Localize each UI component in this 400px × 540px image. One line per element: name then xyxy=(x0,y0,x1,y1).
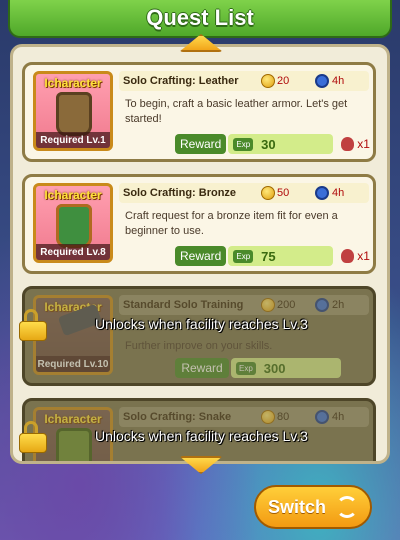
quest-description: To begin, craft a basic leather armor. L… xyxy=(125,98,348,125)
quest-portrait: Icharacter Required Lv.8 xyxy=(33,183,113,263)
exp-tag: Exp xyxy=(233,137,254,151)
exp-value: 300 xyxy=(263,360,286,376)
required-level: Required Lv.10 xyxy=(36,356,110,372)
coin-icon xyxy=(261,74,275,88)
item-quantity: x1 xyxy=(357,137,370,151)
quest-card-standard-training[interactable]: Icharacter Required Lv.10 Standard Solo … xyxy=(19,286,376,386)
swap-arrows-icon xyxy=(336,496,358,518)
exp-value: 30 xyxy=(261,136,276,152)
page-title: Quest List xyxy=(146,5,254,30)
stopwatch-icon xyxy=(315,74,329,88)
switch-label: Switch xyxy=(267,496,326,517)
exp-reward: Exp 30 xyxy=(228,134,333,154)
quest-title: Solo Crafting: Leather xyxy=(123,75,239,87)
stopwatch-icon xyxy=(315,186,329,200)
quest-clip: Icharacter Solo Crafting: Snake 80 4h Un… xyxy=(13,398,387,461)
padlock-icon xyxy=(19,309,47,341)
reward-label: Reward xyxy=(175,134,227,154)
quest-title: Solo Crafting: Bronze xyxy=(123,187,237,199)
reward-label: Reward xyxy=(175,246,227,266)
exp-reward: Exp 75 xyxy=(228,246,333,266)
quest-time: 4h xyxy=(332,75,345,87)
quest-title-bar: Solo Crafting: Bronze 50 4h xyxy=(119,183,369,203)
required-level: Required Lv.1 xyxy=(36,132,110,148)
quest-title-bar: Solo Crafting: Leather 20 4h xyxy=(119,71,369,91)
scroll-down-arrow[interactable] xyxy=(179,456,223,474)
quest-portrait: Icharacter Required Lv.1 xyxy=(33,71,113,151)
portrait-label: Icharacter xyxy=(44,188,102,202)
quest-description: Craft request for a bronze item fit for … xyxy=(125,210,338,237)
reward-bar: Reward Exp 30 x1 xyxy=(175,133,370,155)
coin-icon xyxy=(261,186,275,200)
unlock-requirement: Unlocks when facility reaches Lv.3 xyxy=(95,428,308,444)
item-quantity: x1 xyxy=(357,249,370,263)
reward-bar: Reward Exp 300 xyxy=(175,357,370,379)
leather-armor-icon xyxy=(56,92,92,136)
exp-tag: Exp xyxy=(233,249,254,263)
exp-tag: Exp xyxy=(236,361,256,375)
quest-card-snake[interactable]: Icharacter Solo Crafting: Snake 80 4h Un… xyxy=(19,398,376,461)
quest-description: Further improve on your skills. xyxy=(125,340,273,352)
quest-card-leather[interactable]: Icharacter Required Lv.1 Solo Crafting: … xyxy=(22,62,376,162)
reward-label: Reward xyxy=(175,358,229,378)
unlock-requirement: Unlocks when facility reaches Lv.3 xyxy=(95,316,308,332)
quest-card-bronze[interactable]: Icharacter Required Lv.8 Solo Crafting: … xyxy=(22,174,376,274)
reward-bar: Reward Exp 75 x1 xyxy=(175,245,370,267)
quest-list-header: Quest List xyxy=(8,0,392,38)
quest-cost: 50 xyxy=(277,187,290,199)
portrait-label: Icharacter xyxy=(44,76,102,90)
quest-time: 4h xyxy=(332,187,345,199)
item-bag-icon xyxy=(340,249,355,263)
quest-cost: 20 xyxy=(277,75,290,87)
bronze-armor-icon xyxy=(56,204,92,248)
exp-reward: Exp 300 xyxy=(231,358,341,378)
switch-button[interactable]: Switch xyxy=(254,485,372,529)
lock-overlay: Unlocks when facility reaches Lv.3 xyxy=(19,309,373,341)
item-bag-icon xyxy=(340,137,355,151)
exp-value: 75 xyxy=(261,248,276,264)
required-level: Required Lv.8 xyxy=(36,244,110,260)
padlock-icon xyxy=(19,421,47,453)
lock-overlay: Unlocks when facility reaches Lv.3 xyxy=(19,421,373,453)
